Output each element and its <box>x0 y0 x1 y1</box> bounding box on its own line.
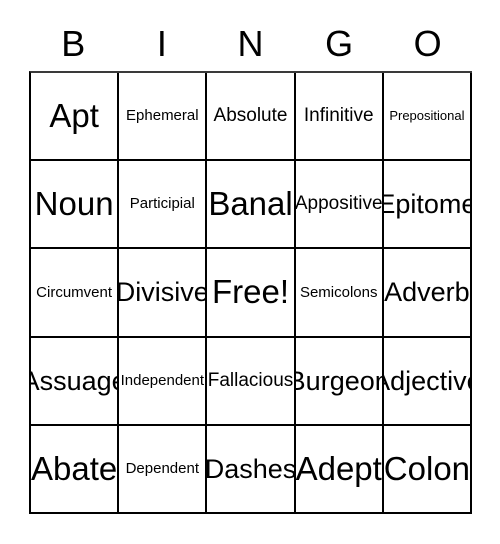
bingo-cell-label: Noun <box>34 184 114 222</box>
bingo-cell[interactable]: Dependent <box>119 425 208 515</box>
bingo-cell[interactable]: Ephemeral <box>119 73 208 162</box>
bingo-cell-label: Independent <box>120 371 205 389</box>
bingo-cell[interactable]: Divisive <box>119 249 208 338</box>
bingo-cell[interactable]: Infinitive <box>295 73 384 162</box>
bingo-cell-label: Epitome <box>384 189 473 220</box>
bingo-cell-label: Absolute <box>213 105 288 127</box>
bingo-cell[interactable]: Abate <box>31 425 120 515</box>
bingo-cell[interactable]: Participial <box>119 161 208 250</box>
bingo-card: B I N G O Apt Ephemeral Absolute Infinit… <box>0 0 500 544</box>
bingo-cell[interactable]: Noun <box>31 161 120 250</box>
bingo-cell[interactable]: Independent <box>119 337 208 426</box>
bingo-cell[interactable]: Assuage <box>31 337 120 426</box>
bingo-grid: Apt Ephemeral Absolute Infinitive Prepos… <box>29 71 473 515</box>
bingo-cell-label: Burgeon <box>296 365 384 396</box>
bingo-cell[interactable]: Adept <box>295 425 384 515</box>
bingo-cell[interactable]: Apt <box>31 73 120 162</box>
bingo-cell-label: Prepositional <box>389 108 465 124</box>
bingo-cell-free[interactable]: Free! <box>207 249 296 338</box>
bingo-header-letter-n: N <box>237 23 264 64</box>
bingo-header-letter-g: G <box>325 23 354 64</box>
bingo-cell-label: Ephemeral <box>126 107 199 125</box>
bingo-header-letter-b: B <box>61 23 86 64</box>
bingo-cell[interactable]: Adverb <box>383 249 473 338</box>
bingo-cell[interactable]: Banal <box>207 161 296 250</box>
bingo-cell-label: Banal <box>208 184 293 222</box>
bingo-header-letter-o: O <box>413 23 442 64</box>
bingo-cell[interactable]: Semicolons <box>295 249 384 338</box>
bingo-cell[interactable]: Prepositional <box>383 73 473 162</box>
bingo-header-letter-i: I <box>156 23 167 64</box>
bingo-cell-label: Assuage <box>31 365 117 396</box>
bingo-row: Noun Participial Banal Appositive Epitom… <box>31 161 473 250</box>
bingo-cell-label: Adverb <box>384 277 470 308</box>
bingo-cell-label: Dashes <box>207 453 296 484</box>
bingo-cell-label: Dependent <box>125 460 199 478</box>
bingo-row: Apt Ephemeral Absolute Infinitive Prepos… <box>31 73 473 162</box>
bingo-cell-label: Adept <box>295 449 382 487</box>
bingo-cell-label: Appositive <box>295 193 383 215</box>
bingo-cell[interactable]: Dashes <box>207 425 296 515</box>
bingo-cell-label: Apt <box>49 96 99 134</box>
bingo-cell[interactable]: Burgeon <box>295 337 384 426</box>
bingo-cell[interactable]: Fallacious <box>207 337 296 426</box>
bingo-row: Abate Dependent Dashes Adept Colon <box>31 425 473 515</box>
bingo-cell-label: Infinitive <box>303 105 374 127</box>
bingo-cell-label: Free! <box>211 273 290 311</box>
bingo-cell-label: Fallacious <box>207 369 294 391</box>
bingo-cell-label: Adjective <box>384 365 470 396</box>
bingo-cell[interactable]: Absolute <box>207 73 296 162</box>
bingo-row: Circumvent Divisive Free! Semicolons Adv… <box>31 249 473 338</box>
bingo-cell-label: Abate <box>31 449 118 487</box>
bingo-cell[interactable]: Appositive <box>295 161 384 250</box>
bingo-cell[interactable]: Colon <box>383 425 473 515</box>
bingo-cell-label: Colon <box>383 449 471 487</box>
bingo-cell[interactable]: Epitome <box>383 161 473 250</box>
bingo-row: Assuage Independent Fallacious Burgeon A… <box>31 337 473 426</box>
bingo-cell-label: Semicolons <box>299 283 378 301</box>
bingo-cell[interactable]: Adjective <box>383 337 473 426</box>
bingo-header-row: B I N G O <box>29 18 472 70</box>
bingo-cell-label: Participial <box>129 195 195 213</box>
bingo-cell-label: Circumvent <box>36 283 113 301</box>
bingo-cell[interactable]: Circumvent <box>31 249 120 338</box>
bingo-cell-label: Divisive <box>119 277 208 308</box>
